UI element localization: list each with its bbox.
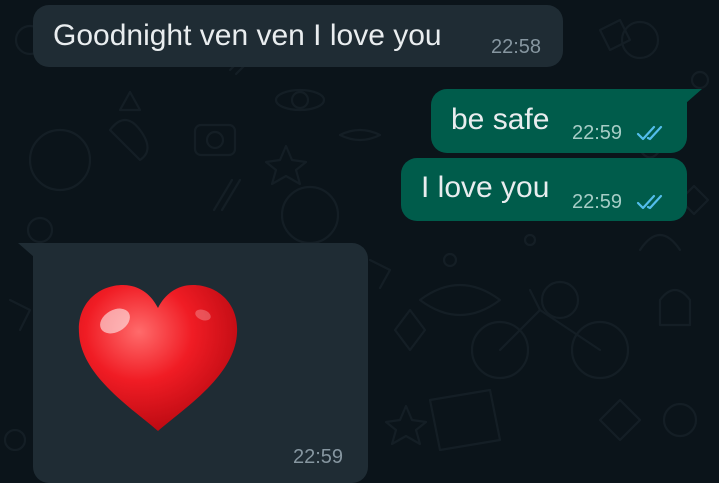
double-check-icon [636,194,663,210]
outgoing-message-bubble[interactable]: I love you 22:59 [401,158,687,221]
red-heart-icon [78,285,238,431]
incoming-message-bubble[interactable]: Goodnight ven ven I love you 22:58 [33,5,563,67]
bubble-tail [686,89,702,103]
message-timestamp: 22:59 [572,191,623,213]
message-timestamp: 22:58 [491,36,542,58]
message-text: be safe [451,103,550,136]
message-text: I love you [421,171,550,204]
message-timestamp: 22:59 [572,122,623,144]
incoming-emoji-message-bubble[interactable]: 22:59 [33,243,368,483]
double-check-icon [636,125,663,141]
bubble-tail [18,243,34,257]
message-timestamp: 22:59 [293,446,344,468]
outgoing-message-bubble[interactable]: be safe 22:59 [431,89,687,153]
message-text: Goodnight ven ven I love you [53,19,442,52]
